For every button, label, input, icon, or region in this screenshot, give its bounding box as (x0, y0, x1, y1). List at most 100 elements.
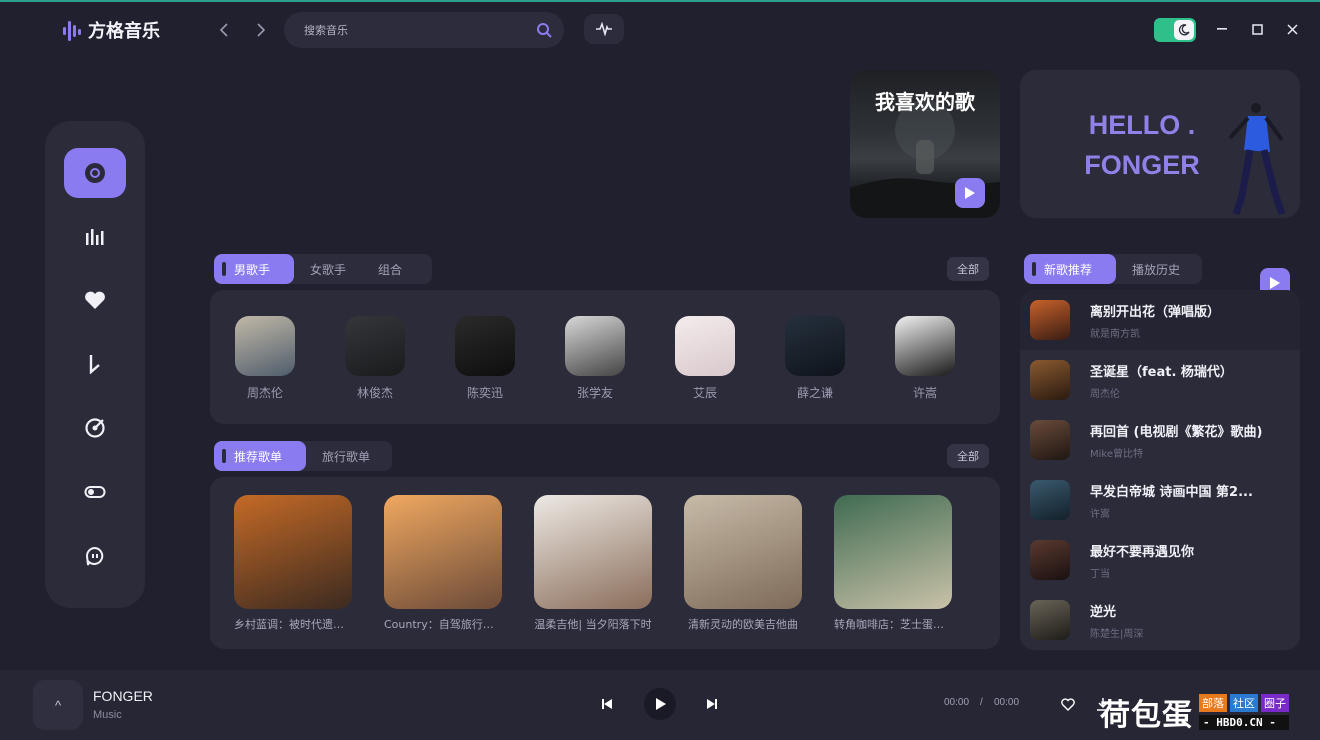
artist-item[interactable]: 薛之谦 (784, 316, 846, 401)
forward-button[interactable] (249, 18, 273, 42)
sidebar-item-settings[interactable] (64, 467, 126, 517)
artist-item[interactable]: 陈奕迅 (454, 316, 516, 401)
tab-label: 女歌手 (310, 262, 347, 277)
artist-item[interactable]: 林俊杰 (344, 316, 406, 401)
previous-button[interactable] (596, 693, 618, 715)
tab-male-singers[interactable]: 男歌手 (214, 254, 294, 284)
sidebar-item-radio[interactable] (64, 403, 126, 453)
search-box[interactable] (284, 12, 564, 48)
artist-item[interactable]: 许嵩 (894, 316, 956, 401)
artist-name: 薛之谦 (796, 386, 833, 400)
playlist-name: Country：自驾旅行必备 (384, 618, 502, 631)
heart-icon (85, 291, 105, 309)
all-singers-button[interactable]: 全部 (947, 257, 989, 281)
artist-name: 张学友 (576, 386, 613, 400)
tab-play-history[interactable]: 播放历史 (1116, 254, 1196, 284)
tab-indicator (1032, 262, 1036, 276)
song-title: 最好不要再遇见你 (1090, 544, 1195, 560)
artist-avatar (565, 316, 625, 376)
all-playlists-button[interactable]: 全部 (947, 444, 989, 468)
artist-avatar (675, 316, 735, 376)
playlist-item[interactable]: Country：自驾旅行必备 (384, 495, 502, 632)
logo-icon (63, 21, 81, 41)
tab-groups[interactable]: 组合 (362, 254, 418, 284)
play-pause-button[interactable] (644, 688, 676, 720)
switch-icon (84, 486, 106, 498)
playlist-item[interactable]: 清新灵动的欧美吉他曲 (684, 495, 802, 632)
artist-name: 周杰伦 (246, 386, 283, 400)
song-cover (1030, 600, 1070, 640)
song-row[interactable]: 早发白帝城 诗画中国 第2... 许嵩 (1020, 470, 1300, 530)
tab-recommended-playlists[interactable]: 推荐歌单 (214, 441, 306, 471)
next-button[interactable] (701, 693, 723, 715)
search-input[interactable] (304, 23, 536, 37)
music-note-icon (89, 355, 100, 374)
song-row[interactable]: 离别开出花（弹唱版） 就是南方凯 (1020, 290, 1300, 350)
total-duration: 00:00 (994, 697, 1020, 708)
song-artist: 就是南方凯 (1090, 328, 1140, 340)
artist-item[interactable]: 艾辰 (674, 316, 736, 401)
now-playing-cover[interactable]: ^ (33, 680, 83, 730)
playlist-item[interactable]: 转角咖啡店：芝士蛋糕的味道 (834, 495, 952, 632)
sidebar-item-charts[interactable] (64, 211, 126, 261)
watermark-tag: 社区 (1230, 694, 1258, 712)
minimize-button[interactable] (1211, 18, 1233, 40)
sidebar-item-discover[interactable] (64, 148, 126, 198)
close-icon (1286, 23, 1298, 35)
app-logo: 方格音乐 (62, 16, 160, 44)
song-row[interactable]: 再回首 (电视剧《繁花》歌曲) Mike曾比特 (1020, 410, 1300, 470)
sidebar-item-about[interactable] (64, 531, 126, 581)
tab-label: 播放历史 (1132, 262, 1181, 277)
artist-name: 艾辰 (692, 386, 717, 400)
audio-wave-button[interactable] (584, 14, 624, 44)
song-row[interactable]: 逆光 陈楚生|周深 (1020, 590, 1300, 650)
playlist-item[interactable]: 乡村蓝调：被时代遗忘的声音 (234, 495, 352, 632)
sidebar-item-music[interactable] (64, 339, 126, 389)
chevron-left-icon (219, 23, 228, 37)
tab-female-singers[interactable]: 女歌手 (294, 254, 362, 284)
song-artist: 许嵩 (1090, 508, 1110, 520)
skip-next-icon (707, 699, 717, 709)
song-title: 逆光 (1090, 604, 1117, 620)
watermark: 荷包蛋 部落 社区 圈子 - HBD0.CN - (1100, 690, 1289, 734)
greeting-line-1: HELLO . (1088, 110, 1196, 140)
dancing-person-illustration (1228, 103, 1286, 216)
target-icon (85, 418, 105, 438)
maximize-icon (1251, 23, 1263, 35)
artist-avatar (785, 316, 845, 376)
search-icon[interactable] (536, 22, 552, 38)
song-row[interactable]: 最好不要再遇见你丁当 (1020, 530, 1300, 590)
like-button[interactable] (1058, 694, 1078, 714)
song-row[interactable]: 圣诞星（feat. 杨瑞代） 周杰伦 (1020, 350, 1300, 410)
playlist-name: 温柔吉他| 当夕阳落下时 (534, 618, 652, 631)
tab-travel-playlists[interactable]: 旅行歌单 (306, 441, 386, 471)
time-separator: / (980, 697, 983, 708)
watermark-tag: 部落 (1199, 694, 1227, 712)
song-artist: 丁当 (1090, 568, 1110, 580)
close-button[interactable] (1281, 18, 1303, 40)
theme-toggle[interactable] (1154, 18, 1196, 42)
tab-new-songs[interactable]: 新歌推荐 (1024, 254, 1116, 284)
greeting-card: HELLO . FONGER (1020, 70, 1300, 218)
song-cover (1030, 420, 1070, 460)
favorite-songs-card[interactable]: 我喜欢的歌 (850, 70, 1000, 218)
back-button[interactable] (212, 18, 236, 42)
playlist-item[interactable]: 温柔吉他| 当夕阳落下时 (534, 495, 652, 632)
artist-avatar (895, 316, 955, 376)
song-title: 圣诞星（feat. 杨瑞代） (1090, 364, 1233, 380)
chevron-right-icon (257, 23, 266, 37)
play-icon (1270, 277, 1280, 289)
sidebar-item-favorites[interactable] (64, 275, 126, 325)
watermark-tags: 部落 社区 圈子 - HBD0.CN - (1199, 694, 1289, 730)
song-list: 离别开出花（弹唱版） 就是南方凯 圣诞星（feat. 杨瑞代） 周杰伦 再回首 (电… (1020, 290, 1300, 650)
play-favorites-button[interactable] (955, 178, 985, 208)
artist-avatar (345, 316, 405, 376)
favorite-title: 我喜欢的歌 (875, 90, 975, 114)
maximize-button[interactable] (1246, 18, 1268, 40)
waveform-icon (596, 22, 612, 36)
artist-item[interactable]: 张学友 (564, 316, 626, 401)
artist-item[interactable]: 周杰伦 (234, 316, 296, 401)
watermark-url: - HBD0.CN - (1199, 715, 1289, 730)
disc-icon (85, 163, 105, 183)
song-cover (1030, 360, 1070, 400)
